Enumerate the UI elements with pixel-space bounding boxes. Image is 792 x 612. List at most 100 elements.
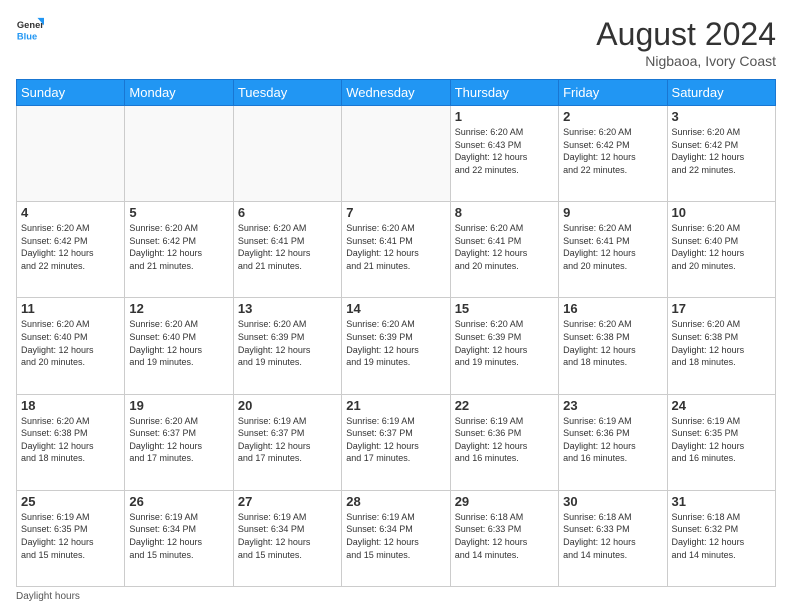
calendar-week-1: 1Sunrise: 6:20 AMSunset: 6:43 PMDaylight… <box>17 106 776 202</box>
calendar-table: Sunday Monday Tuesday Wednesday Thursday… <box>16 79 776 587</box>
col-saturday: Saturday <box>667 80 775 106</box>
day-number: 22 <box>455 398 554 413</box>
calendar-cell: 12Sunrise: 6:20 AMSunset: 6:40 PMDayligh… <box>125 298 233 394</box>
day-number: 8 <box>455 205 554 220</box>
day-number: 28 <box>346 494 445 509</box>
day-number: 20 <box>238 398 337 413</box>
calendar-cell: 24 Sunrise: 6:19 AMSunset: 6:35 PMDayligh… <box>667 394 775 490</box>
calendar-cell: 15Sunrise: 6:20 AMSunset: 6:39 PMDayligh… <box>450 298 558 394</box>
day-info: Sunrise: 6:20 AMSunset: 6:42 PMDaylight:… <box>563 126 662 176</box>
logo-icon: General Blue <box>16 16 44 44</box>
day-info: Sunrise: 6:20 AMSunset: 6:42 PMDaylight:… <box>21 222 120 272</box>
calendar-cell: 21Sunrise: 6:19 AMSunset: 6:37 PMDayligh… <box>342 394 450 490</box>
day-info: Sunrise: 6:20 AMSunset: 6:41 PMDaylight:… <box>238 222 337 272</box>
footer: Daylight hours <box>16 591 776 602</box>
day-number: 10 <box>672 205 771 220</box>
calendar-cell: 1Sunrise: 6:20 AMSunset: 6:43 PMDaylight… <box>450 106 558 202</box>
calendar-cell: 4 Sunrise: 6:20 AMSunset: 6:42 PMDaylight… <box>17 202 125 298</box>
month-year: August 2024 <box>596 16 776 53</box>
day-info: Sunrise: 6:19 AMSunset: 6:34 PMDaylight:… <box>238 511 337 561</box>
day-number: 6 <box>238 205 337 220</box>
day-info: Sunrise: 6:19 AMSunset: 6:36 PMDaylight:… <box>455 415 554 465</box>
calendar-cell: 10 Sunrise: 6:20 AMSunset: 6:40 PMDayligh… <box>667 202 775 298</box>
day-info: Sunrise: 6:20 AMSunset: 6:43 PMDaylight:… <box>455 126 554 176</box>
col-tuesday: Tuesday <box>233 80 341 106</box>
day-number: 4 <box>21 205 120 220</box>
day-number: 23 <box>563 398 662 413</box>
day-number: 3 <box>672 109 771 124</box>
col-friday: Friday <box>559 80 667 106</box>
day-number: 2 <box>563 109 662 124</box>
day-number: 18 <box>21 398 120 413</box>
day-info: Sunrise: 6:20 AMSunset: 6:41 PMDaylight:… <box>563 222 662 272</box>
calendar-cell: 18 Sunrise: 6:20 AMSunset: 6:38 PMDayligh… <box>17 394 125 490</box>
day-number: 30 <box>563 494 662 509</box>
day-number: 31 <box>672 494 771 509</box>
day-info: Sunrise: 6:20 AMSunset: 6:39 PMDaylight:… <box>346 318 445 368</box>
calendar-cell: 6 Sunrise: 6:20 AMSunset: 6:41 PMDaylight… <box>233 202 341 298</box>
calendar-cell: 14 Sunrise: 6:20 AMSunset: 6:39 PMDayligh… <box>342 298 450 394</box>
calendar-cell <box>17 106 125 202</box>
day-info: Sunrise: 6:19 AMSunset: 6:36 PMDaylight:… <box>563 415 662 465</box>
calendar-cell: 7 Sunrise: 6:20 AMSunset: 6:41 PMDaylight… <box>342 202 450 298</box>
day-number: 5 <box>129 205 228 220</box>
day-info: Sunrise: 6:20 AMSunset: 6:42 PMDaylight:… <box>672 126 771 176</box>
day-number: 7 <box>346 205 445 220</box>
day-info: Sunrise: 6:18 AMSunset: 6:32 PMDaylight:… <box>672 511 771 561</box>
calendar-cell: 5Sunrise: 6:20 AMSunset: 6:42 PMDaylight… <box>125 202 233 298</box>
calendar-cell: 29 Sunrise: 6:18 AMSunset: 6:33 PMDayligh… <box>450 490 558 586</box>
daylight-label: Daylight hours <box>16 591 80 602</box>
day-info: Sunrise: 6:18 AMSunset: 6:33 PMDaylight:… <box>563 511 662 561</box>
col-monday: Monday <box>125 80 233 106</box>
title-block: August 2024 Nigbaoa, Ivory Coast <box>596 16 776 69</box>
col-sunday: Sunday <box>17 80 125 106</box>
day-number: 14 <box>346 301 445 316</box>
calendar-cell: 23 Sunrise: 6:19 AMSunset: 6:36 PMDayligh… <box>559 394 667 490</box>
day-number: 19 <box>129 398 228 413</box>
day-info: Sunrise: 6:18 AMSunset: 6:33 PMDaylight:… <box>455 511 554 561</box>
calendar-cell: 26 Sunrise: 6:19 AMSunset: 6:34 PMDayligh… <box>125 490 233 586</box>
day-number: 17 <box>672 301 771 316</box>
calendar-header-row: Sunday Monday Tuesday Wednesday Thursday… <box>17 80 776 106</box>
day-number: 29 <box>455 494 554 509</box>
day-info: Sunrise: 6:20 AMSunset: 6:41 PMDaylight:… <box>346 222 445 272</box>
svg-text:Blue: Blue <box>17 31 37 41</box>
calendar-cell: 25 Sunrise: 6:19 AMSunset: 6:35 PMDayligh… <box>17 490 125 586</box>
calendar-cell: 13 Sunrise: 6:20 AMSunset: 6:39 PMDayligh… <box>233 298 341 394</box>
calendar-week-3: 11Sunrise: 6:20 AMSunset: 6:40 PMDayligh… <box>17 298 776 394</box>
calendar-cell: 16Sunrise: 6:20 AMSunset: 6:38 PMDayligh… <box>559 298 667 394</box>
calendar-cell: 27 Sunrise: 6:19 AMSunset: 6:34 PMDayligh… <box>233 490 341 586</box>
day-number: 25 <box>21 494 120 509</box>
day-number: 13 <box>238 301 337 316</box>
day-info: Sunrise: 6:20 AMSunset: 6:39 PMDaylight:… <box>238 318 337 368</box>
calendar-cell: 22 Sunrise: 6:19 AMSunset: 6:36 PMDayligh… <box>450 394 558 490</box>
day-number: 9 <box>563 205 662 220</box>
calendar-cell <box>125 106 233 202</box>
day-number: 15 <box>455 301 554 316</box>
day-info: Sunrise: 6:19 AMSunset: 6:37 PMDaylight:… <box>346 415 445 465</box>
location: Nigbaoa, Ivory Coast <box>596 53 776 69</box>
day-number: 27 <box>238 494 337 509</box>
calendar-cell: 11Sunrise: 6:20 AMSunset: 6:40 PMDayligh… <box>17 298 125 394</box>
day-info: Sunrise: 6:20 AMSunset: 6:41 PMDaylight:… <box>455 222 554 272</box>
day-number: 24 <box>672 398 771 413</box>
calendar-cell: 17Sunrise: 6:20 AMSunset: 6:38 PMDayligh… <box>667 298 775 394</box>
calendar-cell: 8 Sunrise: 6:20 AMSunset: 6:41 PMDaylight… <box>450 202 558 298</box>
day-number: 12 <box>129 301 228 316</box>
calendar-cell: 3 Sunrise: 6:20 AMSunset: 6:42 PMDaylight… <box>667 106 775 202</box>
calendar-cell: 2 Sunrise: 6:20 AMSunset: 6:42 PMDaylight… <box>559 106 667 202</box>
calendar-cell <box>342 106 450 202</box>
day-info: Sunrise: 6:20 AMSunset: 6:38 PMDaylight:… <box>563 318 662 368</box>
day-info: Sunrise: 6:19 AMSunset: 6:35 PMDaylight:… <box>21 511 120 561</box>
day-number: 26 <box>129 494 228 509</box>
day-info: Sunrise: 6:20 AMSunset: 6:40 PMDaylight:… <box>672 222 771 272</box>
header: General Blue General Blue August 2024 Ni… <box>16 16 776 69</box>
day-info: Sunrise: 6:19 AMSunset: 6:34 PMDaylight:… <box>129 511 228 561</box>
day-info: Sunrise: 6:20 AMSunset: 6:38 PMDaylight:… <box>21 415 120 465</box>
calendar-cell: 19 Sunrise: 6:20 AMSunset: 6:37 PMDayligh… <box>125 394 233 490</box>
day-info: Sunrise: 6:19 AMSunset: 6:35 PMDaylight:… <box>672 415 771 465</box>
calendar-week-5: 25 Sunrise: 6:19 AMSunset: 6:35 PMDayligh… <box>17 490 776 586</box>
day-info: Sunrise: 6:20 AMSunset: 6:40 PMDaylight:… <box>21 318 120 368</box>
calendar-week-2: 4 Sunrise: 6:20 AMSunset: 6:42 PMDaylight… <box>17 202 776 298</box>
day-info: Sunrise: 6:20 AMSunset: 6:37 PMDaylight:… <box>129 415 228 465</box>
